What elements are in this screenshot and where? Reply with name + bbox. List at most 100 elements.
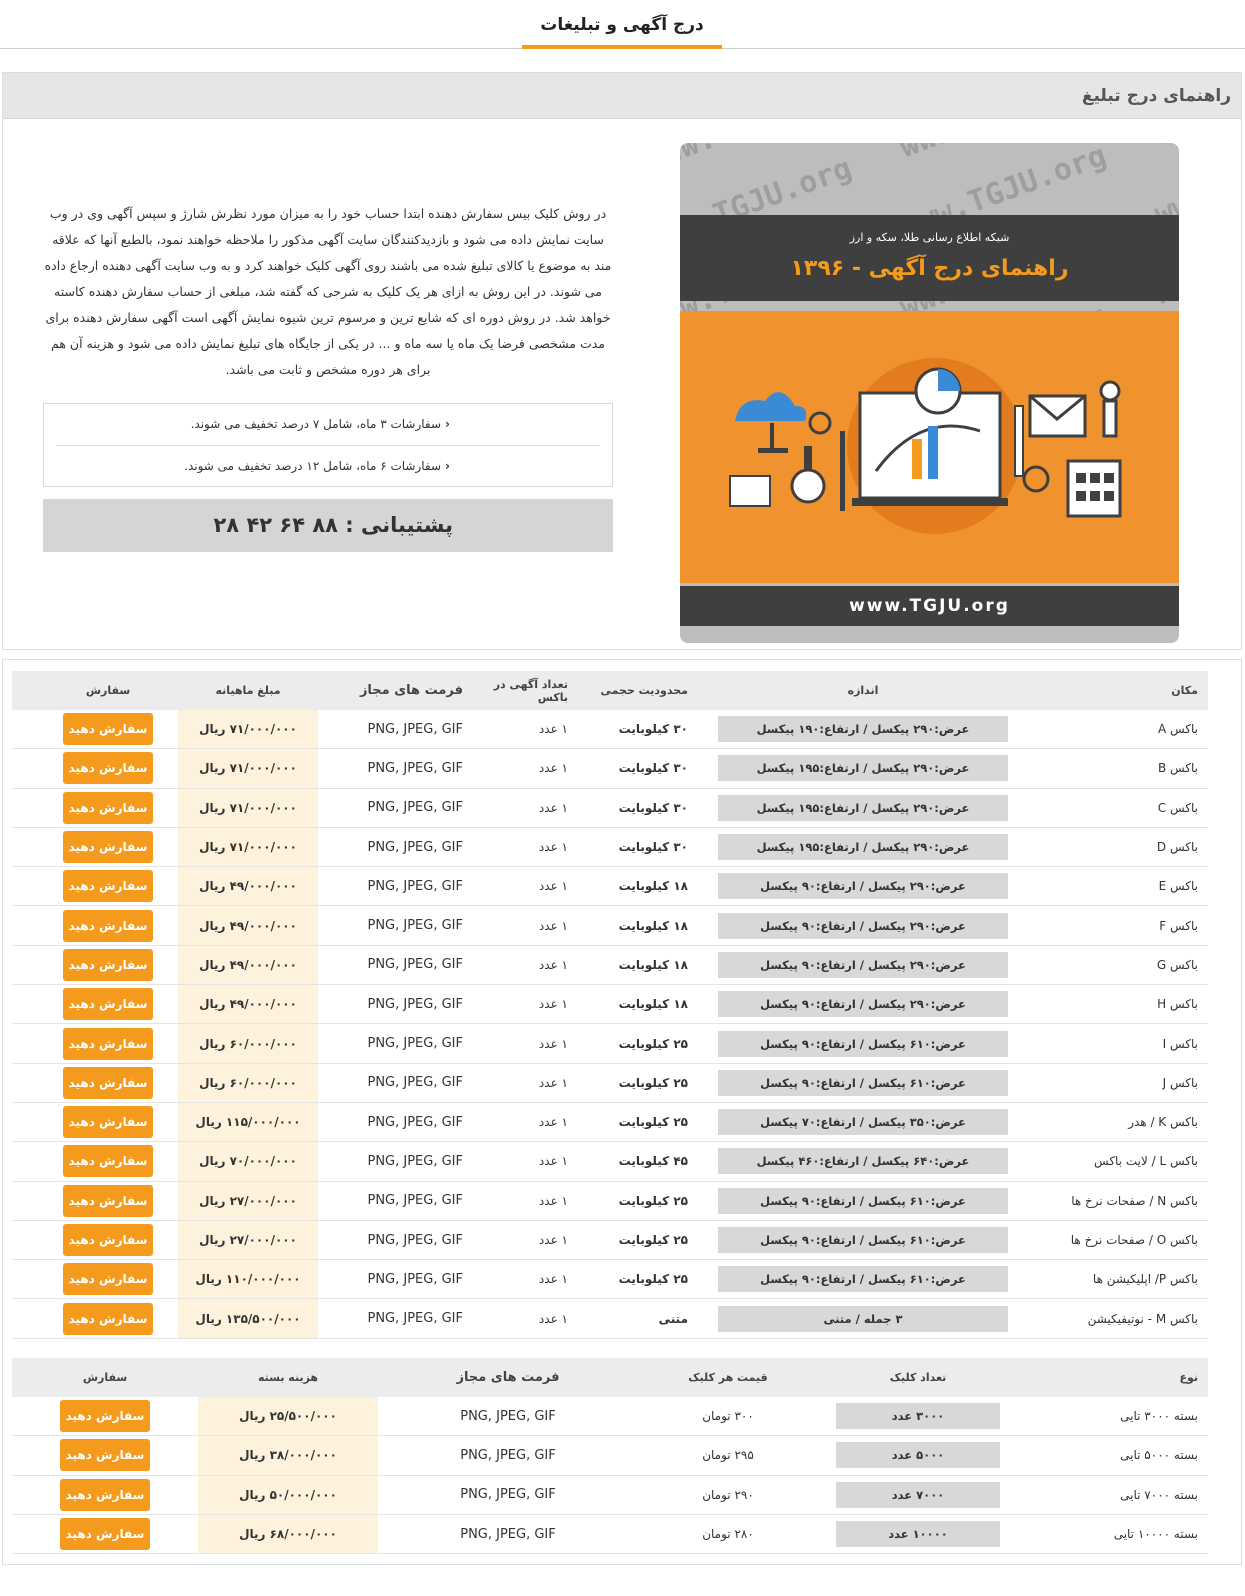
limit-cell: ۳۰ کیلوبایت bbox=[618, 800, 688, 815]
size-badge: عرض:۶۱۰ پیکسل / ارتفاع:۹۰ پیکسل bbox=[718, 1030, 1008, 1057]
header-formats: فرمت های مجاز bbox=[359, 683, 463, 698]
formats-cell: PNG, JPEG, GIF bbox=[367, 918, 463, 934]
click-package-table: نوع تعداد کلیک قیمت هر کلیک فرمت های مجا… bbox=[12, 1358, 1208, 1555]
list-item: ‹سفارشات ۶ ماه، شامل ۱۲ درصد تخفیف می شو… bbox=[56, 445, 600, 486]
location-cell: باکس B bbox=[1157, 761, 1198, 776]
location-cell: باکس N / صفحات نرخ ها bbox=[1071, 1193, 1198, 1208]
order-button[interactable]: سفارش دهید bbox=[63, 831, 153, 864]
table-row: باکس K / هدر عرض:۳۵۰ پیکسل / ارتفاع:۷۰ پی… bbox=[12, 1102, 1208, 1143]
price-cell: ۱۱۵/۰۰۰/۰۰۰ ریال bbox=[178, 1102, 318, 1142]
size-cell: عرض:۶۱۰ پیکسل / ارتفاع:۹۰ پیکسل bbox=[708, 1182, 1018, 1220]
order-cell: سفارش دهید bbox=[12, 1436, 198, 1474]
clicks-cell: ۵۰۰۰ عدد bbox=[818, 1436, 1018, 1474]
chevron-left-icon: ‹ bbox=[445, 459, 450, 473]
price-cell: ۷۱/۰۰۰/۰۰۰ ریال bbox=[178, 788, 318, 827]
limit-cell: ۱۸ کیلوبایت bbox=[618, 918, 688, 933]
order-button[interactable]: سفارش دهید bbox=[63, 1145, 153, 1178]
order-button[interactable]: سفارش دهید bbox=[60, 1518, 150, 1551]
formats-cell: PNG, JPEG, GIF bbox=[367, 721, 463, 737]
clicks-badge: ۱۰۰۰۰ عدد bbox=[836, 1521, 1000, 1548]
guide-panel: راهنمای درج تبلیغ www.TGJU.org www.TGJU.… bbox=[2, 72, 1242, 650]
order-button[interactable]: سفارش دهید bbox=[63, 1302, 153, 1335]
clicks-cell: ۱۰۰۰۰ عدد bbox=[818, 1515, 1018, 1553]
order-button[interactable]: سفارش دهید bbox=[63, 909, 153, 942]
count-cell: ۱ عدد bbox=[538, 879, 568, 894]
size-badge: عرض:۲۹۰ پیکسل / ارتفاع:۱۹۰ پیکسل bbox=[718, 716, 1008, 743]
order-cell: سفارش دهید bbox=[38, 1182, 178, 1220]
size-cell: عرض:۲۹۰ پیکسل / ارتفاع:۱۹۵ پیکسل bbox=[708, 828, 1018, 866]
order-button[interactable]: سفارش دهید bbox=[63, 988, 153, 1021]
box-pricing-table: مکان اندازه محدودیت حجمی تعداد آگهی در ب… bbox=[12, 671, 1208, 1339]
order-button[interactable]: سفارش دهید bbox=[63, 752, 153, 785]
order-button[interactable]: سفارش دهید bbox=[63, 713, 153, 746]
order-cell: سفارش دهید bbox=[12, 1476, 198, 1514]
formats-cell: PNG, JPEG, GIF bbox=[460, 1487, 556, 1503]
size-cell: عرض:۲۹۰ پیکسل / ارتفاع:۱۹۵ پیکسل bbox=[708, 749, 1018, 787]
table-row: باکس O / صفحات نرخ ها عرض:۶۱۰ پیکسل / ارت… bbox=[12, 1220, 1208, 1261]
header-clicks: تعداد کلیک bbox=[889, 1371, 947, 1384]
order-cell: سفارش دهید bbox=[38, 789, 178, 827]
order-button[interactable]: سفارش دهید bbox=[60, 1439, 150, 1472]
count-cell: ۱ عدد bbox=[538, 1193, 568, 1208]
table-row: بسته ۷۰۰۰ تایی ۷۰۰۰ عدد ۲۹۰ تومان PNG, JPEG… bbox=[12, 1475, 1208, 1515]
header-cost: هزینه بسته bbox=[257, 1371, 319, 1384]
table-row: باکس N / صفحات نرخ ها عرض:۶۱۰ پیکسل / ارت… bbox=[12, 1181, 1208, 1221]
header-ppc: قیمت هر کلیک bbox=[688, 1371, 768, 1384]
table-row: باکس J عرض:۶۱۰ پیکسل / ارتفاع:۹۰ پیکسل ۲۵ … bbox=[12, 1063, 1208, 1103]
order-button[interactable]: سفارش دهید bbox=[63, 1224, 153, 1256]
count-cell: ۱ عدد bbox=[538, 1075, 568, 1090]
limit-cell: ۱۸ کیلوبایت bbox=[618, 997, 688, 1012]
order-button[interactable]: سفارش دهید bbox=[60, 1478, 150, 1511]
table-row: باکس C عرض:۲۹۰ پیکسل / ارتفاع:۱۹۵ پیکسل ۳۰… bbox=[12, 788, 1208, 828]
size-cell: عرض:۳۵۰ پیکسل / ارتفاع:۷۰ پیکسل bbox=[708, 1103, 1018, 1141]
formats-cell: PNG, JPEG, GIF bbox=[367, 1193, 463, 1209]
order-cell: سفارش دهید bbox=[38, 710, 178, 748]
size-cell: عرض:۲۹۰ پیکسل / ارتفاع:۱۹۵ پیکسل bbox=[708, 789, 1018, 827]
table-row: باکس P/ اپلیکیشن ها عرض:۶۱۰ پیکسل / ارتفا… bbox=[12, 1260, 1208, 1300]
formats-cell: PNG, JPEG, GIF bbox=[367, 1114, 463, 1130]
order-cell: سفارش دهید bbox=[38, 1103, 178, 1141]
formats-cell: PNG, JPEG, GIF bbox=[367, 800, 463, 816]
order-button[interactable]: سفارش دهید bbox=[63, 791, 153, 824]
cost-cell: ۲۵/۵۰۰/۰۰۰ ریال bbox=[198, 1397, 378, 1436]
banner-illustration bbox=[680, 311, 1179, 583]
size-cell: عرض:۶۱۰ پیکسل / ارتفاع:۹۰ پیکسل bbox=[708, 1260, 1018, 1298]
location-cell: باکس A bbox=[1157, 722, 1198, 737]
guide-body: www.TGJU.org www.TGJU.org www.TGJU.org w… bbox=[3, 119, 1241, 659]
ppc-cell: ۲۹۵ تومان bbox=[702, 1448, 754, 1463]
size-badge: عرض:۶۴۰ پیکسل / ارتفاع:۴۶۰ پیکسل bbox=[718, 1148, 1008, 1175]
order-button[interactable]: سفارش دهید bbox=[63, 1066, 153, 1099]
location-cell: باکس D bbox=[1156, 840, 1198, 855]
count-cell: ۱ عدد bbox=[538, 1233, 568, 1247]
header-location: مکان bbox=[1171, 684, 1198, 697]
banner-title: راهنمای درج آگهی - ۱۳۹۶ bbox=[790, 256, 1069, 281]
order-button[interactable]: سفارش دهید bbox=[63, 1263, 153, 1296]
size-badge: عرض:۲۹۰ پیکسل / ارتفاع:۱۹۵ پیکسل bbox=[718, 834, 1008, 861]
header-price: مبلغ ماهیانه bbox=[215, 684, 281, 697]
size-badge: ۳ جمله / متنی bbox=[718, 1305, 1008, 1332]
list-item: ‹سفارشات ۳ ماه، شامل ۷ درصد تخفیف می شون… bbox=[190, 417, 450, 431]
size-badge: عرض:۲۹۰ پیکسل / ارتفاع:۹۰ پیکسل bbox=[718, 991, 1008, 1018]
formats-cell: PNG, JPEG, GIF bbox=[367, 1271, 463, 1287]
price-cell: ۶۰/۰۰۰/۰۰۰ ریال bbox=[178, 1024, 318, 1063]
size-badge: عرض:۲۹۰ پیکسل / ارتفاع:۹۰ پیکسل bbox=[718, 951, 1008, 978]
order-button[interactable]: سفارش دهید bbox=[60, 1400, 150, 1433]
order-cell: سفارش دهید bbox=[38, 1142, 178, 1180]
size-cell: عرض:۶۴۰ پیکسل / ارتفاع:۴۶۰ پیکسل bbox=[708, 1142, 1018, 1180]
order-button[interactable]: سفارش دهید bbox=[63, 1106, 153, 1139]
order-button[interactable]: سفارش دهید bbox=[63, 1184, 153, 1217]
table-header: نوع تعداد کلیک قیمت هر کلیک فرمت های مجا… bbox=[12, 1358, 1208, 1397]
tab-ads[interactable]: درج آگهی و تبلیغات bbox=[522, 0, 722, 49]
count-cell: ۱ عدد bbox=[538, 918, 568, 933]
order-cell: سفارش دهید bbox=[38, 1299, 178, 1337]
order-button[interactable]: سفارش دهید bbox=[63, 948, 153, 981]
order-button[interactable]: سفارش دهید bbox=[63, 1027, 153, 1060]
order-button[interactable]: سفارش دهید bbox=[63, 870, 153, 903]
price-cell: ۱۱۰/۰۰۰/۰۰۰ ریال bbox=[178, 1260, 318, 1299]
location-cell: باکس M - نوتیفیکیشن bbox=[1087, 1311, 1198, 1326]
clicks-badge: ۷۰۰۰ عدد bbox=[836, 1481, 1000, 1508]
table-row: باکس L / لایت باکس عرض:۶۴۰ پیکسل / ارتفاع… bbox=[12, 1142, 1208, 1182]
limit-cell: ۳۰ کیلوبایت bbox=[618, 722, 688, 737]
size-badge: عرض:۶۱۰ پیکسل / ارتفاع:۹۰ پیکسل bbox=[718, 1187, 1008, 1214]
size-cell: عرض:۲۹۰ پیکسل / ارتفاع:۹۰ پیکسل bbox=[708, 906, 1018, 944]
